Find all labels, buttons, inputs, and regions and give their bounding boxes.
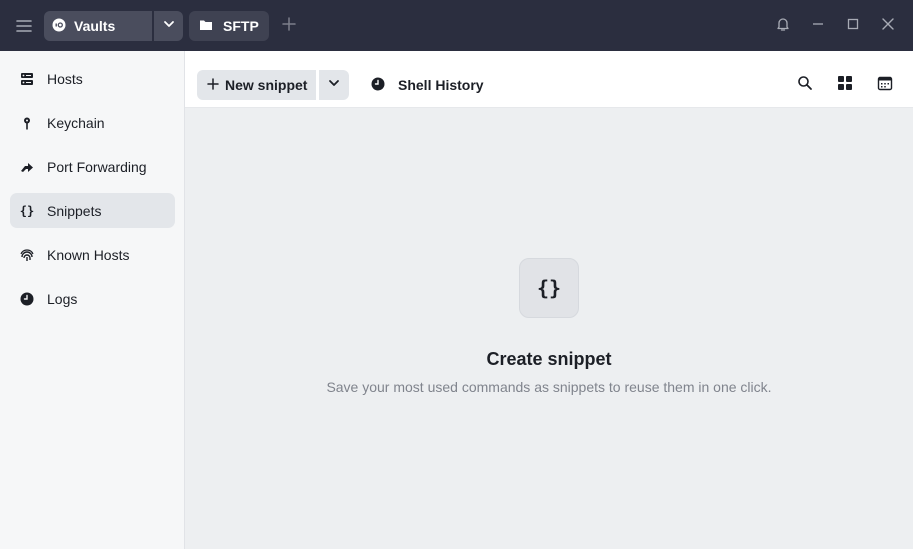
empty-state-description: Save your most used commands as snippets… — [326, 379, 772, 395]
hosts-icon — [20, 72, 34, 86]
search-button[interactable] — [795, 75, 815, 95]
empty-state-title: Create snippet — [486, 349, 612, 369]
clock-icon — [371, 77, 398, 94]
new-snippet-dropdown-button[interactable] — [319, 70, 349, 100]
close-button[interactable] — [878, 16, 898, 36]
sidebar-item-label: Snippets — [47, 202, 102, 219]
sidebar-item-known-hosts[interactable]: Known Hosts — [10, 237, 175, 272]
key-icon — [20, 116, 34, 130]
new-snippet-button[interactable]: New snippet — [197, 70, 316, 100]
new-tab-button[interactable] — [279, 16, 299, 36]
menu-icon[interactable] — [14, 16, 34, 36]
fingerprint-icon — [20, 248, 34, 262]
sidebar: Hosts Keychain Port Forwarding {} Snippe… — [0, 51, 185, 549]
sidebar-item-label: Keychain — [47, 114, 105, 131]
minimize-button[interactable] — [808, 16, 828, 36]
sidebar-item-snippets[interactable]: {} Snippets — [10, 193, 175, 228]
grid-icon — [837, 75, 853, 96]
folder-icon — [199, 18, 223, 34]
minimize-icon — [811, 17, 825, 36]
vaults-button[interactable]: Vaults — [44, 11, 152, 41]
tab-sftp[interactable]: SFTP — [189, 11, 269, 41]
toolbar: New snippet Shell History — [185, 51, 913, 108]
calendar-icon — [877, 75, 893, 96]
main-panel: New snippet Shell History {} Create snip… — [185, 51, 913, 549]
grid-view-button[interactable] — [835, 75, 855, 95]
tab-sftp-label: SFTP — [223, 18, 259, 34]
vault-icon — [52, 18, 74, 35]
shell-history-label: Shell History — [398, 77, 484, 93]
snippet-empty-icon: {} — [519, 258, 579, 318]
vaults-label: Vaults — [74, 18, 116, 34]
shell-history-button[interactable]: Shell History — [371, 70, 484, 100]
sidebar-item-label: Known Hosts — [47, 246, 130, 263]
sidebar-item-hosts[interactable]: Hosts — [10, 61, 175, 96]
calendar-button[interactable] — [875, 75, 895, 95]
sidebar-item-keychain[interactable]: Keychain — [10, 105, 175, 140]
vault-selector: Vaults — [44, 11, 183, 41]
maximize-icon — [846, 17, 860, 36]
chevron-down-icon — [162, 17, 176, 36]
vaults-dropdown-button[interactable] — [154, 11, 183, 41]
sidebar-item-logs[interactable]: Logs — [10, 281, 175, 316]
bell-icon — [775, 16, 791, 37]
search-icon — [797, 75, 813, 96]
chevron-down-icon — [327, 76, 341, 95]
braces-icon: {} — [19, 203, 35, 218]
notifications-button[interactable] — [773, 16, 793, 36]
plus-icon — [207, 77, 225, 93]
sidebar-item-label: Logs — [47, 290, 78, 307]
close-icon — [881, 17, 895, 36]
plus-icon — [281, 16, 297, 37]
sidebar-item-label: Hosts — [47, 70, 83, 87]
maximize-button[interactable] — [843, 16, 863, 36]
clock-icon — [20, 292, 34, 306]
sidebar-item-label: Port Forwarding — [47, 158, 147, 175]
sidebar-item-port-forwarding[interactable]: Port Forwarding — [10, 149, 175, 184]
new-snippet-label: New snippet — [225, 77, 308, 93]
port-forward-icon — [20, 160, 34, 174]
title-bar: Vaults SFTP — [0, 0, 913, 51]
